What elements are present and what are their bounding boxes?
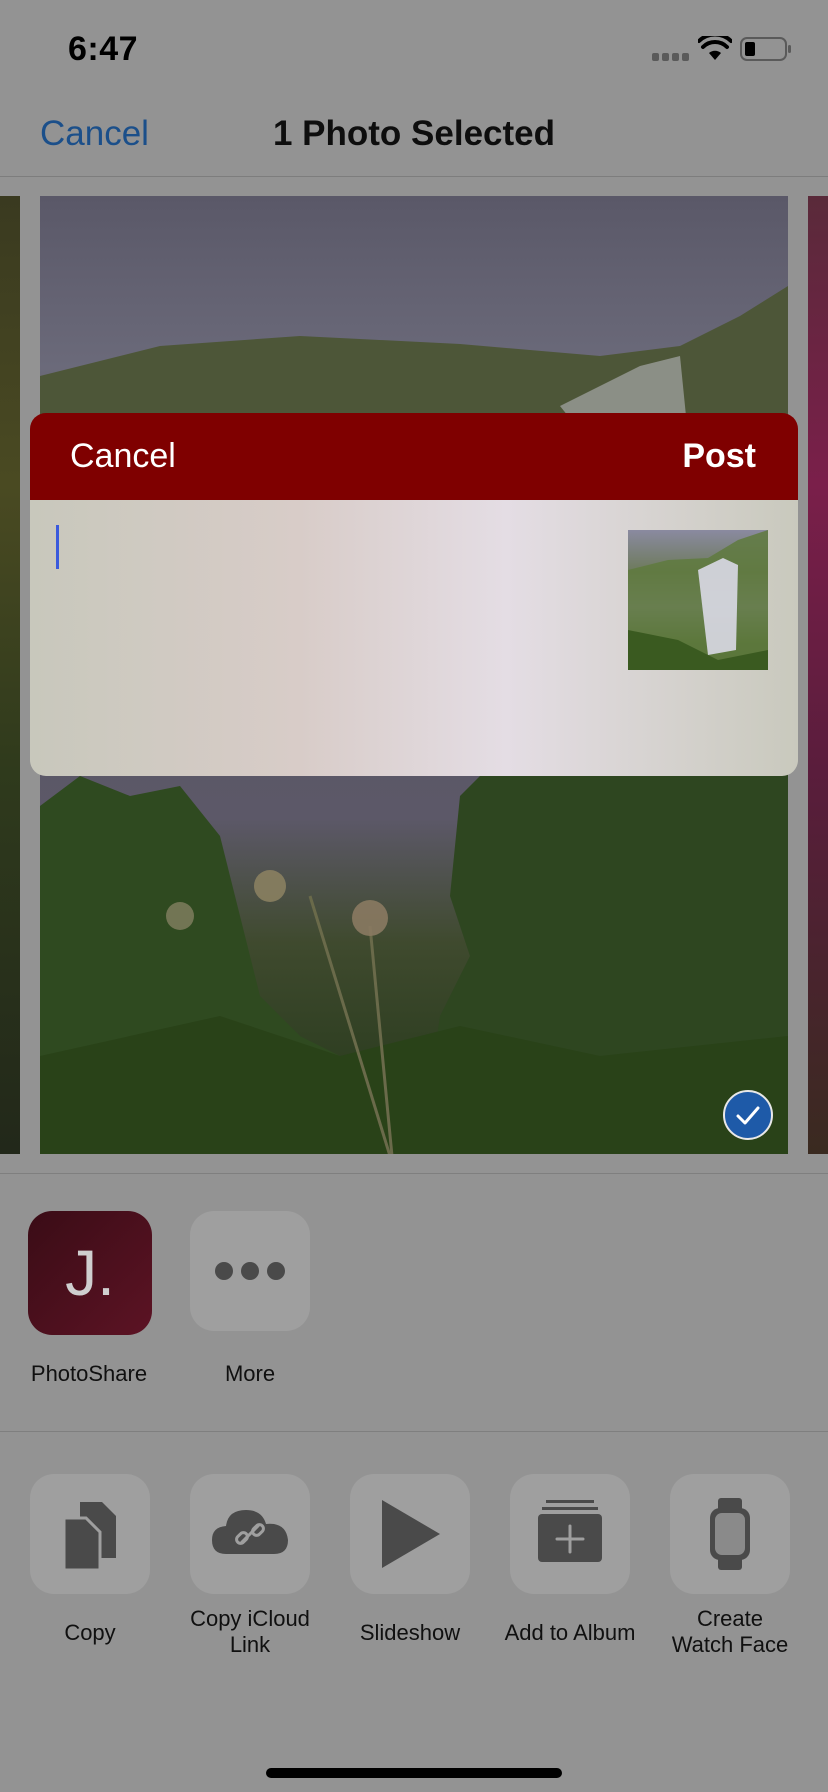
play-icon xyxy=(382,1500,440,1568)
add-to-album-icon xyxy=(538,1500,602,1562)
share-action-row: Copy Copy iCloud Link Slideshow Add to A… xyxy=(0,1432,828,1682)
photoshare-label: PhotoShare xyxy=(30,1361,148,1386)
share-app-row: J. PhotoShare More xyxy=(0,1175,828,1430)
wifi-icon xyxy=(698,36,732,60)
post-text-area[interactable] xyxy=(30,500,798,776)
label-line: Copy iCloud xyxy=(190,1606,310,1631)
create-watch-face-button[interactable] xyxy=(670,1474,790,1594)
battery-icon xyxy=(740,37,791,61)
create-watch-face-label: Create Watch Face xyxy=(645,1606,815,1658)
copy-button[interactable] xyxy=(30,1474,150,1594)
home-indicator[interactable] xyxy=(266,1768,562,1778)
post-dialog: Cancel Post xyxy=(30,413,798,776)
copy-icon xyxy=(62,1502,116,1572)
post-dialog-header: Cancel Post xyxy=(30,413,798,500)
add-to-album-button[interactable] xyxy=(510,1474,630,1594)
dialog-cancel-button[interactable]: Cancel xyxy=(70,437,176,476)
watch-icon xyxy=(710,1498,750,1570)
copy-label: Copy xyxy=(64,1620,116,1645)
previous-photo[interactable] xyxy=(0,196,20,1154)
more-label: More xyxy=(224,1361,276,1386)
divider xyxy=(0,1173,828,1174)
label-line: Create xyxy=(696,1606,764,1631)
cellular-signal-icon xyxy=(652,53,689,61)
copy-icloud-link-button[interactable] xyxy=(190,1474,310,1594)
page-title: 1 Photo Selected xyxy=(272,114,556,153)
slideshow-label: Slideshow xyxy=(359,1620,461,1645)
more-apps-button[interactable] xyxy=(190,1211,310,1331)
next-photo[interactable] xyxy=(808,196,828,1154)
post-button[interactable]: Post xyxy=(682,437,756,476)
status-bar: 6:47 xyxy=(0,0,828,100)
status-time: 6:47 xyxy=(68,30,139,68)
icloud-link-icon xyxy=(212,1510,288,1554)
attached-photo-thumbnail xyxy=(628,530,768,670)
label-line: Watch Face xyxy=(671,1632,789,1657)
ellipsis-icon xyxy=(215,1262,285,1280)
text-cursor xyxy=(56,525,59,569)
slideshow-button[interactable] xyxy=(350,1474,470,1594)
copy-icloud-link-label: Copy iCloud Link xyxy=(165,1606,335,1658)
nav-bar: Cancel 1 Photo Selected xyxy=(0,100,828,177)
photoshare-app-icon[interactable]: J. xyxy=(28,1211,152,1335)
add-to-album-label: Add to Album xyxy=(504,1620,636,1645)
selected-checkmark-icon[interactable] xyxy=(723,1090,773,1140)
label-line: Link xyxy=(229,1632,271,1657)
